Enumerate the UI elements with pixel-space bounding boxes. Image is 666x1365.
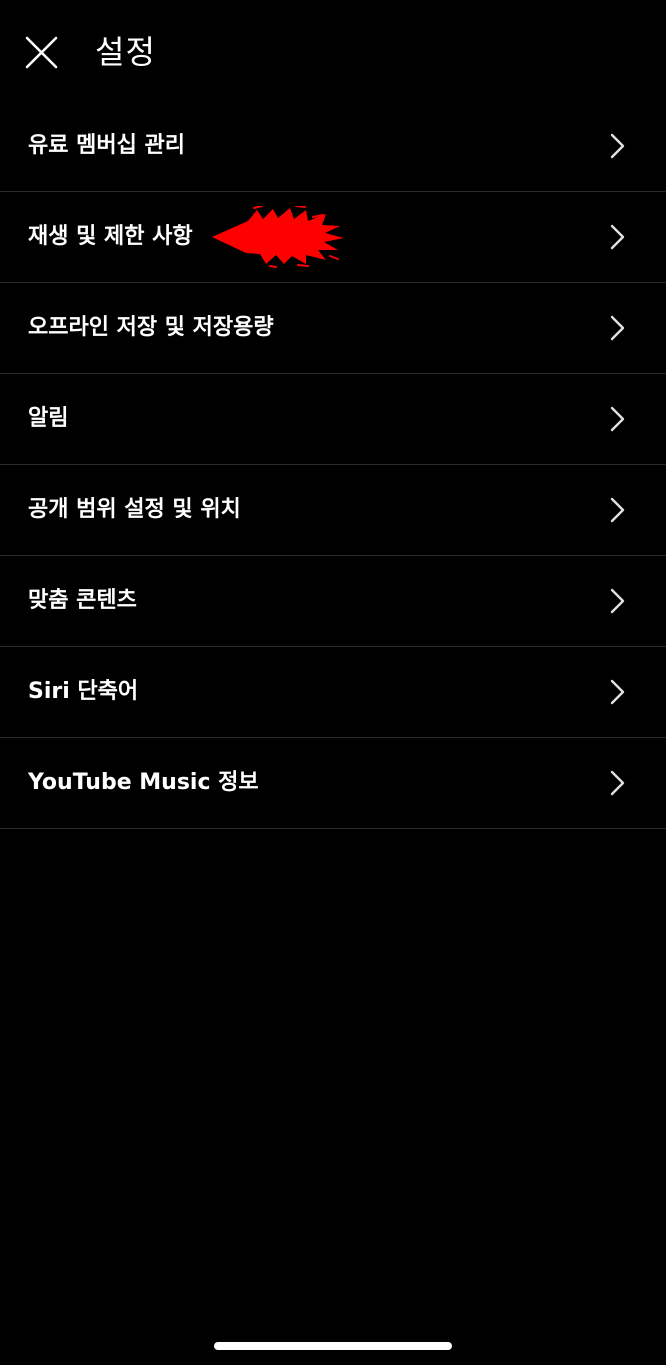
settings-item-offline-storage[interactable]: 오프라인 저장 및 저장용량 xyxy=(0,283,666,374)
red-arrow-icon xyxy=(210,206,346,268)
page-title: 설정 xyxy=(95,33,156,71)
settings-item-label: 유료 멤버십 관리 xyxy=(28,133,185,158)
settings-item-label: 맞춤 콘텐츠 xyxy=(28,588,137,613)
settings-item-about[interactable]: YouTube Music 정보 xyxy=(0,738,666,829)
chevron-right-icon xyxy=(606,770,630,796)
settings-item-privacy-location[interactable]: 공개 범위 설정 및 위치 xyxy=(0,465,666,556)
settings-item-label: YouTube Music 정보 xyxy=(28,770,259,795)
settings-item-label: 알림 xyxy=(28,406,69,431)
settings-item-label: 재생 및 제한 사항 xyxy=(28,224,193,249)
settings-item-label: Siri 단축어 xyxy=(28,679,139,704)
chevron-right-icon xyxy=(606,133,630,159)
settings-item-label: 공개 범위 설정 및 위치 xyxy=(28,497,241,522)
chevron-right-icon xyxy=(606,406,630,432)
settings-item-siri-shortcuts[interactable]: Siri 단축어 xyxy=(0,647,666,738)
close-icon xyxy=(25,36,58,69)
chevron-right-icon xyxy=(606,588,630,614)
header: 설정 xyxy=(0,0,666,100)
chevron-right-icon xyxy=(606,315,630,341)
chevron-right-icon xyxy=(606,497,630,523)
settings-item-recommendations[interactable]: 맞춤 콘텐츠 xyxy=(0,556,666,647)
settings-item-label: 오프라인 저장 및 저장용량 xyxy=(28,315,274,340)
settings-item-notifications[interactable]: 알림 xyxy=(0,374,666,465)
settings-item-paid-membership[interactable]: 유료 멤버십 관리 xyxy=(0,101,666,192)
chevron-right-icon xyxy=(606,224,630,250)
chevron-right-icon xyxy=(606,679,630,705)
home-indicator[interactable] xyxy=(214,1342,452,1350)
close-button[interactable] xyxy=(20,32,62,74)
